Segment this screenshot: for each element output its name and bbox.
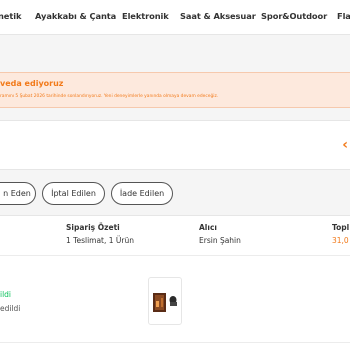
- order-summary-value: 1 Teslimat, 1 Ürün: [66, 236, 134, 245]
- nav-item-kozmetik[interactable]: netik: [0, 11, 21, 21]
- tab-iade-edilen[interactable]: İade Edilen: [111, 182, 173, 205]
- nav-item-flas[interactable]: Fla: [337, 11, 350, 21]
- tab-label: İade Edilen: [119, 189, 165, 198]
- category-nav: netik Ayakkabı & Çanta Elektronik Saat &…: [0, 0, 350, 35]
- nav-item-ayakkabi-canta[interactable]: Ayakkabı & Çanta: [35, 11, 116, 21]
- recipient-header: Alıcı: [199, 223, 217, 232]
- tab-label: n Eden: [3, 189, 31, 198]
- nav-item-elektronik[interactable]: Elektronik: [122, 11, 169, 21]
- tab-teslim-edilen[interactable]: n Eden: [0, 182, 36, 205]
- order-filter-card: ‹: [0, 120, 350, 170]
- total-value: 31,0: [332, 236, 349, 245]
- announcement-banner: veda ediyoruz ramını 5 Şubat 2026 tarihi…: [0, 72, 350, 108]
- chevron-left-icon[interactable]: ‹: [342, 137, 348, 153]
- banner-text: ramını 5 Şubat 2026 tarihinde sonlandırı…: [0, 94, 219, 99]
- total-header: Topl: [332, 223, 350, 232]
- product-image: [153, 293, 177, 312]
- divider: [0, 255, 350, 256]
- order-summary-header: Sipariş Özeti: [66, 223, 120, 232]
- nav-item-spor-outdoor[interactable]: Spor&Outdoor: [261, 11, 327, 21]
- nav-item-saat-aksesuar[interactable]: Saat & Aksesuar: [180, 11, 256, 21]
- divider: [0, 342, 350, 343]
- banner-title: veda ediyoruz: [0, 79, 64, 88]
- tab-label: İptal Edilen: [51, 189, 96, 198]
- tab-iptal-edilen[interactable]: İptal Edilen: [42, 182, 105, 205]
- product-thumbnail[interactable]: [148, 277, 182, 325]
- delivery-status: ildi: [0, 290, 12, 299]
- recipient-value: Ersin Şahin: [199, 236, 241, 245]
- delivery-status-detail: edildi: [0, 304, 21, 313]
